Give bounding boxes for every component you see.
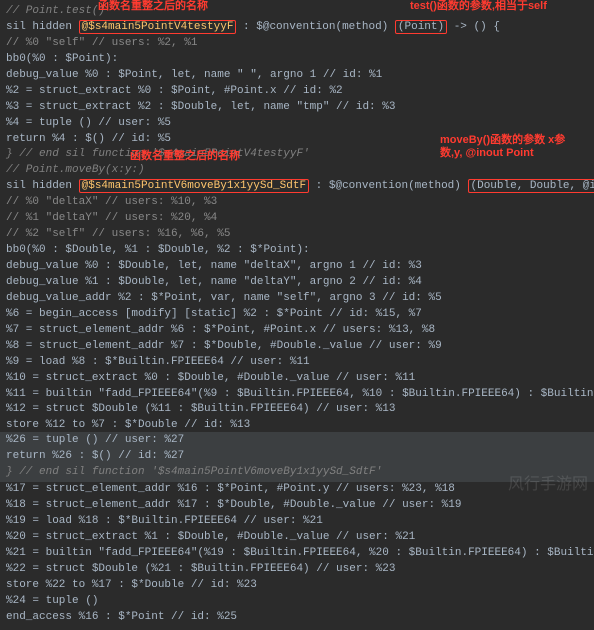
code-line: %10 = struct_extract %0 : $Double, #Doub… — [6, 371, 588, 387]
mangled-name-1: @$s4main5PointV4testyyF — [79, 20, 237, 34]
code-line: %6 = begin_access [modify] [static] %2 :… — [6, 307, 588, 323]
code-line: %2 = struct_extract %0 : $Point, #Point.… — [6, 84, 588, 100]
code-line: end_access %16 : $*Point // id: %25 — [6, 610, 588, 626]
code-line: %17 = struct_element_addr %16 : $*Point,… — [6, 482, 588, 498]
code-line: %22 = struct $Double (%21 : $Builtin.FPI… — [6, 562, 588, 578]
code-line: %24 = tuple () — [6, 594, 588, 610]
code-line: return %26 : $() // id: %27 — [6, 449, 588, 465]
code-text: sil hidden — [6, 180, 79, 192]
code-line: %8 = struct_element_addr %7 : $*Double, … — [6, 339, 588, 355]
code-line: debug_value %0 : $Point, let, name " ", … — [6, 68, 588, 84]
param-box-2: (Double, Double, @inout Point) — [468, 179, 594, 193]
param-box-1: (Point) — [395, 20, 447, 34]
code-line: // %2 "self" // users: %16, %6, %5 — [6, 227, 588, 243]
code-line: // Point.moveBy(x:y:) — [6, 163, 588, 179]
code-line: store %22 to %17 : $*Double // id: %23 — [6, 578, 588, 594]
code-line: debug_value_addr %2 : $*Point, var, name… — [6, 291, 588, 307]
code-line: // %0 "self" // users: %2, %1 — [6, 36, 588, 52]
code-line: %7 = struct_element_addr %6 : $*Point, #… — [6, 323, 588, 339]
annot-4: moveBy()函数的参数 x参数,y, @inout Point — [440, 134, 580, 160]
code-text: sil hidden — [6, 21, 79, 33]
annot-3: 函数名重整之后的名称 — [130, 150, 240, 163]
code-line: // %1 "deltaY" // users: %20, %4 — [6, 211, 588, 227]
code-line: } // end sil function '$s4main5PointV6mo… — [6, 465, 588, 481]
code-line: %26 = tuple () // user: %27 — [6, 433, 588, 449]
code-line: %4 = tuple () // user: %5 — [6, 116, 588, 132]
code-line: %19 = load %18 : $*Builtin.FPIEEE64 // u… — [6, 514, 588, 530]
code-text: : $@convention(method) — [309, 180, 467, 192]
watermark: 风行手游网 — [508, 473, 588, 496]
code-line: bb0(%0 : $Point): — [6, 52, 588, 68]
code-line: %3 = struct_extract %2 : $Double, let, n… — [6, 100, 588, 116]
code-line: %21 = builtin "fadd_FPIEEE64"(%19 : $Bui… — [6, 546, 588, 562]
mangled-name-2: @$s4main5PointV6moveBy1x1yySd_SdtF — [79, 179, 309, 193]
footer-bar: %26 = tuple () // user: %27 return %26 :… — [0, 432, 594, 482]
code-text: -> () { — [447, 21, 500, 33]
code-line: // %0 "deltaX" // users: %10, %3 — [6, 195, 588, 211]
annot-2: test()函数的参数,相当于self — [410, 0, 547, 13]
annot-1: 函数名重整之后的名称 — [98, 0, 208, 13]
code-line: debug_value %1 : $Double, let, name "del… — [6, 275, 588, 291]
code-line: %11 = builtin "fadd_FPIEEE64"(%9 : $Buil… — [6, 387, 588, 403]
code-line: %20 = struct_extract %1 : $Double, #Doub… — [6, 530, 588, 546]
code-text: : $@convention(method) — [236, 21, 394, 33]
code-line: %18 = struct_element_addr %17 : $*Double… — [6, 498, 588, 514]
code-line: %12 = struct $Double (%11 : $Builtin.FPI… — [6, 402, 588, 418]
code-block: 函数名重整之后的名称 test()函数的参数,相当于self moveBy()函… — [0, 0, 594, 630]
code-line: debug_value %0 : $Double, let, name "del… — [6, 259, 588, 275]
code-line: %9 = load %8 : $*Builtin.FPIEEE64 // use… — [6, 355, 588, 371]
code-line: bb0(%0 : $Double, %1 : $Double, %2 : $*P… — [6, 243, 588, 259]
